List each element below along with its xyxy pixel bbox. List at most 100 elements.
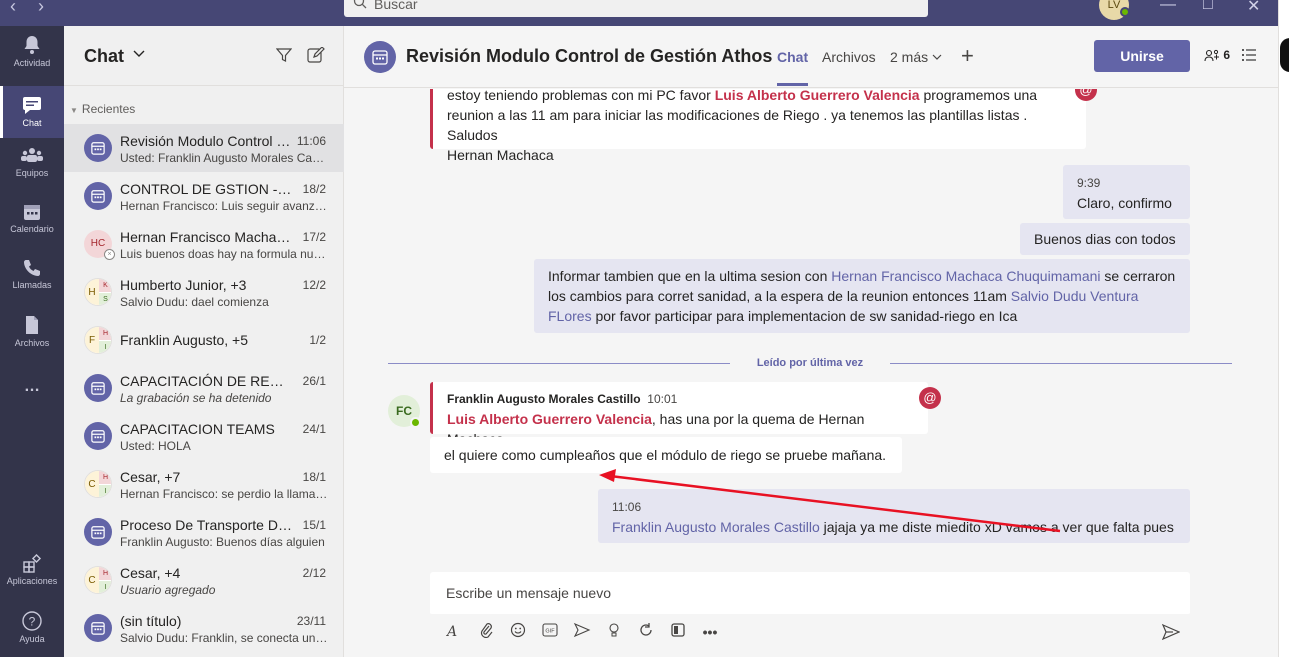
tab-more[interactable]: 2 más [890, 49, 942, 65]
chat-time: 2/12 [302, 566, 326, 580]
meeting-avatar [364, 41, 396, 73]
presence-offline-icon: × [104, 249, 115, 260]
calendar-icon [24, 205, 40, 220]
attach-icon[interactable] [476, 622, 496, 642]
add-tab-icon[interactable]: + [961, 43, 974, 69]
chat-time: 26/1 [302, 374, 326, 388]
rail-item-chat[interactable]: Chat [0, 86, 64, 138]
chat-list-item[interactable]: CONTROL DE GSTION - SANIDAD 18/2 Hernan Fr… [64, 172, 344, 220]
chat-preview: La grabación se ha detenido [120, 391, 272, 405]
meeting-avatar-icon [84, 134, 112, 162]
rail-label: Equipos [15, 168, 49, 178]
chat-list-item[interactable]: CAPACITACION TEAMS 24/1 Usted: HOLA [64, 412, 344, 460]
chat-preview: Hernan Francisco: Luis seguir avanzando [120, 199, 328, 213]
tab-archivos[interactable]: Archivos [822, 49, 876, 65]
svg-text:?: ? [29, 615, 36, 629]
chat-time: 12/2 [302, 278, 326, 292]
participants-count: 6 [1223, 48, 1231, 62]
emoji-icon[interactable] [508, 622, 528, 642]
chat-icon [23, 97, 41, 114]
bell-icon [24, 36, 40, 54]
rail-item-actividad[interactable]: Actividad [0, 34, 64, 86]
meeting-avatar-icon [84, 182, 112, 210]
rail-item-archivos[interactable]: Archivos [0, 314, 64, 366]
chat-list-item[interactable]: Proceso De Transporte De Datos 15/1 Frankl… [64, 508, 344, 556]
loop-icon[interactable] [636, 622, 656, 642]
chat-time: 15/1 [302, 518, 326, 532]
teams-icon [21, 148, 43, 162]
chat-name: Humberto Junior, +3 [120, 277, 247, 293]
app-rail: Actividad Chat Equipos Calendario Llamad… [0, 26, 64, 657]
chat-list-item[interactable]: H K S Humberto Junior, +3 12/2 Salvio Dudu: d… [64, 268, 344, 316]
user-avatar[interactable]: LV [1099, 0, 1130, 20]
chat-preview: Salvio Dudu: dael comienza [120, 295, 269, 309]
chat-name: Cesar, +7 [120, 469, 181, 485]
chat-list-item[interactable]: CAPACITACIÓN DE REFORZAMIENTO 26/1 La grab… [64, 364, 344, 412]
tab-chat[interactable]: Chat [777, 49, 809, 86]
compose-input[interactable] [430, 572, 1190, 614]
chat-list-item[interactable]: (sin título) 23/11 Salvio Dudu: Franklin, … [64, 604, 344, 652]
minimize-icon[interactable]: — [1160, 0, 1176, 14]
files-icon [26, 316, 38, 334]
chat-list-pane: Chat ▼ Recientes Revisión Modulo Control … [64, 26, 344, 657]
help-icon: ? [22, 611, 42, 631]
maximize-icon[interactable]: □ [1203, 0, 1213, 14]
rail-label: Aplicaciones [6, 576, 58, 586]
group-avatar: HKS [84, 278, 112, 306]
rail-label: Actividad [13, 58, 51, 68]
close-icon[interactable]: ✕ [1247, 0, 1260, 16]
chevron-down-icon[interactable] [132, 47, 146, 61]
chat-list-title[interactable]: Chat [84, 46, 124, 67]
compose-box [430, 572, 1190, 616]
phone-icon [24, 260, 40, 276]
title-bar: ‹ › Buscar LV — □ ✕ [0, 0, 1278, 26]
meeting-avatar-icon [84, 518, 112, 546]
chat-list-item[interactable]: Revisión Modulo Control de Gestión Athos… [64, 124, 344, 172]
section-label: Recientes [81, 102, 136, 116]
back-icon[interactable]: ‹ [10, 0, 16, 17]
section-recientes[interactable]: ▼ Recientes [70, 102, 135, 116]
conversation-title: Revisión Modulo Control de Gestión Athos [406, 46, 773, 66]
chat-preview: Luis buenos doas hay na formula nueva [120, 247, 328, 261]
gif-icon[interactable]: GIF [540, 622, 560, 642]
whiteboard-icon[interactable] [668, 622, 688, 642]
chat-name: Cesar, +4 [120, 565, 181, 581]
send-icon[interactable] [1162, 624, 1180, 640]
chat-list-item[interactable]: F H I Franklin Augusto, +5 1/2 [64, 316, 344, 364]
search-input[interactable]: Buscar [344, 0, 928, 17]
chat-name: (sin título) [120, 613, 182, 629]
sticker-icon[interactable] [572, 622, 592, 642]
rail-item-calendario[interactable]: Calendario [0, 202, 64, 254]
chat-preview: Franklin Augusto: Buenos días alguien [120, 535, 325, 549]
praise-icon[interactable] [604, 622, 624, 642]
chat-name: CAPACITACIÓN DE REFORZAMIENTO [120, 373, 292, 389]
rail-label: Chat [22, 118, 42, 128]
right-edge-panel [1278, 0, 1289, 657]
avatar-initials: LV [1107, 0, 1121, 11]
more-apps-icon[interactable]: … [0, 378, 64, 430]
participants-button[interactable]: 6 [1204, 48, 1230, 63]
format-icon[interactable]: A [442, 622, 462, 642]
chat-preview: Salvio Dudu: Franklin, se conecta un rat… [120, 631, 328, 645]
rail-item-aplicaciones[interactable]: Aplicaciones [0, 554, 64, 606]
tab-more-label: 2 más [890, 49, 929, 65]
edge-tab [1280, 38, 1289, 72]
rail-item-equipos[interactable]: Equipos [0, 146, 64, 198]
chat-list-item[interactable]: C H I Cesar, +4 2/12 Usuario agregado [64, 556, 344, 604]
chat-list-header: Chat [64, 26, 344, 86]
rail-item-ayuda[interactable]: ? Ayuda [0, 610, 64, 657]
rail-label: Calendario [10, 224, 54, 234]
new-chat-icon[interactable] [307, 47, 325, 63]
join-button[interactable]: Unirse [1094, 40, 1190, 72]
chat-preview: Hernan Francisco: se perdio la llamada [120, 487, 328, 501]
chat-list-item[interactable]: C H I Cesar, +7 18/1 Hernan Francisco: se per… [64, 460, 344, 508]
more-options-icon[interactable]: ••• [700, 622, 720, 642]
chat-name: Revisión Modulo Control de Gestión Athos [120, 133, 292, 149]
conversation-list-icon[interactable] [1241, 48, 1257, 62]
chat-list-item[interactable]: HC× Hernan Francisco Machaca Chuquimamani… [64, 220, 344, 268]
forward-icon[interactable]: › [38, 0, 44, 17]
rail-item-llamadas[interactable]: Llamadas [0, 258, 64, 310]
filter-icon[interactable] [276, 47, 292, 63]
rail-label: Llamadas [12, 280, 52, 290]
svg-text:GIF: GIF [545, 629, 555, 635]
